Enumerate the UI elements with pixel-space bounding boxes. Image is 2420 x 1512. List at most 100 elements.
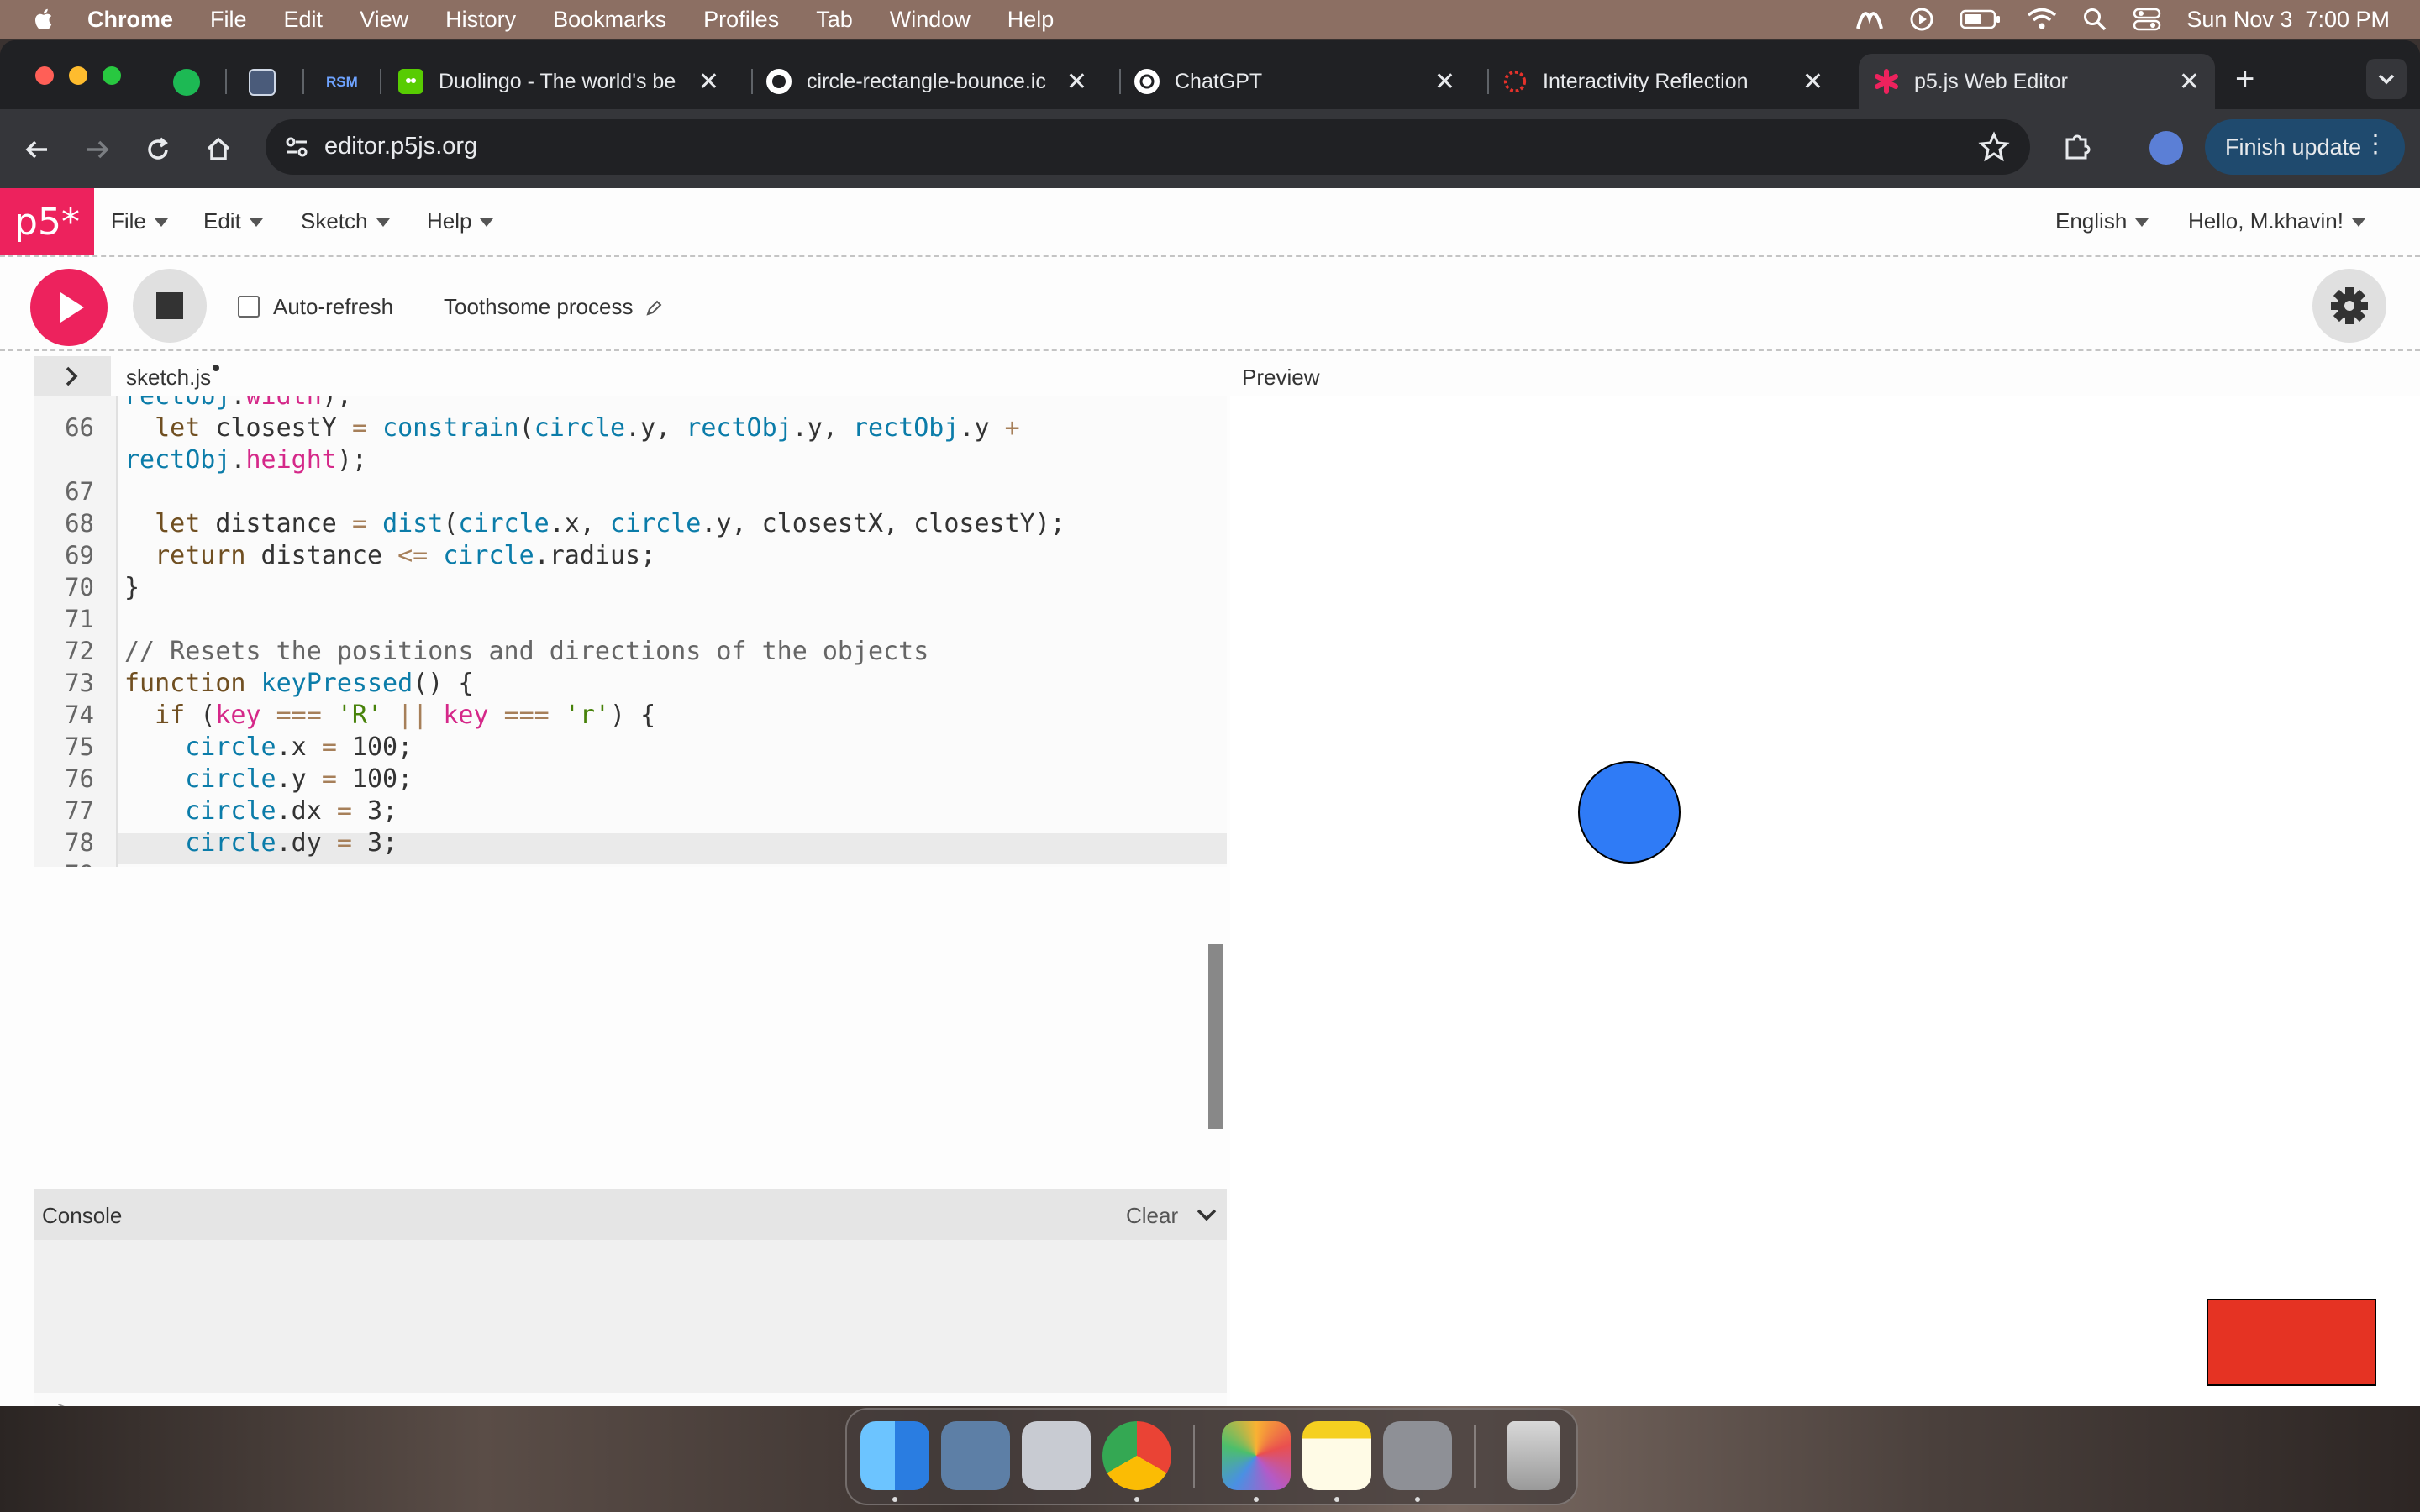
tab-search-button[interactable] (2366, 59, 2407, 99)
site-info-icon[interactable] (282, 133, 311, 161)
window-close-button[interactable] (35, 66, 54, 85)
reload-icon[interactable] (141, 133, 175, 166)
tab-separator (1119, 69, 1121, 94)
close-icon[interactable]: ✕ (2179, 67, 2200, 97)
menu-view[interactable]: View (360, 7, 408, 33)
apple-icon[interactable] (32, 7, 57, 32)
code-line[interactable]: let closestY = constrain(circle.y, rectO… (124, 413, 1020, 443)
pencil-icon[interactable] (644, 299, 663, 318)
spotify-icon[interactable] (173, 69, 200, 96)
settings-button[interactable] (2312, 269, 2386, 343)
play-button[interactable] (30, 269, 108, 346)
language-menu[interactable]: English (2055, 208, 2149, 234)
url-text[interactable]: editor.p5js.org (324, 133, 477, 160)
code-line[interactable]: circle.x = 100; (124, 732, 413, 762)
code-line[interactable]: return distance <= circle.radius; (124, 541, 655, 570)
p5-menu-help[interactable]: Help (427, 208, 494, 234)
menu-app-name[interactable]: Chrome (87, 7, 173, 33)
p5-menu-edit[interactable]: Edit (203, 208, 263, 234)
menu-tab[interactable]: Tab (816, 7, 853, 33)
bookmark-star-icon[interactable] (1978, 131, 2010, 163)
back-icon[interactable] (20, 133, 54, 166)
address-bar[interactable]: editor.p5js.org (266, 119, 2030, 175)
close-icon[interactable]: ✕ (698, 67, 719, 97)
auto-refresh-checkbox[interactable] (238, 296, 260, 318)
code-line[interactable]: circle.dy = 3; (124, 828, 397, 858)
window-zoom-button[interactable] (103, 66, 121, 85)
console-clear-button[interactable]: Clear (1126, 1203, 1178, 1229)
finish-update-button[interactable]: Finish update ⋮ (2205, 119, 2405, 175)
code-line[interactable]: circle.dx = 3; (124, 796, 397, 826)
arc-icon[interactable] (941, 1421, 1010, 1490)
line-number: 67 (65, 477, 94, 506)
macos-dock (845, 1408, 1578, 1505)
spotlight-search-icon[interactable] (2082, 7, 2107, 32)
sidebar-toggle-button[interactable] (34, 356, 111, 396)
menu-history[interactable]: History (445, 7, 516, 33)
close-icon[interactable]: ✕ (1434, 67, 1455, 97)
window-minimize-button[interactable] (69, 66, 87, 85)
tab-p5js-web-editor[interactable]: p5.js Web Editor ✕ (1859, 54, 2215, 109)
close-icon[interactable]: ✕ (1066, 67, 1087, 97)
extensions-icon[interactable] (2060, 131, 2094, 165)
p5-asterisk-icon (1874, 69, 1899, 94)
new-tab-button[interactable]: + (2235, 60, 2254, 98)
chrome-icon[interactable] (1102, 1421, 1171, 1490)
tab-chatgpt[interactable]: ChatGPT ✕ (1134, 54, 1470, 109)
tab-duolingo[interactable]: Duolingo - The world's be ✕ (398, 54, 734, 109)
notes-icon[interactable] (1302, 1421, 1371, 1490)
tab-title: Interactivity Reflection (1543, 69, 1749, 93)
file-tab-sketch-js[interactable]: sketch.js (126, 365, 220, 391)
user-greeting: Hello, M.khavin! (2188, 208, 2344, 234)
trash-icon[interactable] (1507, 1421, 1560, 1490)
tab-github[interactable]: circle-rectangle-bounce.ic ✕ (766, 54, 1102, 109)
p5-menu-sketch[interactable]: Sketch (301, 208, 390, 234)
stop-button[interactable] (133, 269, 207, 343)
battery-icon[interactable] (1960, 8, 2002, 30)
menu-file[interactable]: File (210, 7, 247, 33)
menu-window[interactable]: Window (890, 7, 971, 33)
launchpad-icon[interactable] (1022, 1421, 1091, 1490)
preview-canvas[interactable] (1230, 396, 2420, 1406)
auto-refresh-label[interactable]: Auto-refresh (273, 294, 393, 320)
code-line[interactable]: if (key === 'R' || key === 'r') { (124, 701, 655, 730)
menu-label: Edit (203, 208, 241, 234)
system-settings-icon[interactable] (1383, 1421, 1452, 1490)
p5-menu-file[interactable]: File (111, 208, 168, 234)
tab-separator (1487, 69, 1489, 94)
code-line[interactable]: rectObj.height); (124, 445, 367, 475)
tab-icon[interactable] (249, 69, 276, 96)
tab-interactivity-reflection[interactable]: Interactivity Reflection ✕ (1502, 54, 1839, 109)
console-header: Console Clear (34, 1189, 1227, 1240)
code-line[interactable]: circle.y = 100; (124, 764, 413, 794)
menubar-clock[interactable]: Sun Nov 3 7:00 PM (2186, 7, 2390, 33)
photos-icon[interactable] (1222, 1421, 1291, 1490)
close-icon[interactable]: ✕ (1802, 67, 1823, 97)
forward-icon[interactable] (81, 133, 114, 166)
editor-scrollbar[interactable] (1208, 944, 1223, 1129)
code-line[interactable]: let distance = dist(circle.x, circle.y, … (124, 509, 1065, 538)
sketch-name[interactable]: Toothsome process (444, 294, 663, 320)
media-play-icon[interactable] (1909, 7, 1934, 32)
code-line[interactable]: rectObj.width); (124, 396, 352, 411)
user-menu[interactable]: Hello, M.khavin! (2188, 208, 2365, 234)
code-line[interactable]: } (124, 573, 139, 602)
control-center-icon[interactable] (2133, 8, 2161, 31)
p5-logo[interactable]: p5* (0, 188, 94, 255)
home-icon[interactable] (202, 133, 235, 166)
rsm-icon[interactable]: RSM (326, 69, 360, 96)
menu-help[interactable]: Help (1007, 7, 1055, 33)
caret-down-icon (249, 218, 263, 228)
chevron-down-icon[interactable] (1193, 1201, 1220, 1228)
code-editor[interactable]: 6667686970717273747576777879808182838485… (34, 396, 1227, 867)
profile-avatar[interactable] (2149, 131, 2183, 165)
wifi-icon[interactable] (2027, 8, 2057, 31)
menu-edit[interactable]: Edit (284, 7, 324, 33)
menu-profiles[interactable]: Profiles (703, 7, 779, 33)
creative-cloud-icon[interactable] (1855, 7, 1884, 32)
finder-icon[interactable] (860, 1421, 929, 1490)
code-line[interactable]: function keyPressed() { (124, 669, 473, 698)
console-input[interactable]: > (34, 1393, 1227, 1406)
code-line[interactable]: // Resets the positions and directions o… (124, 637, 929, 666)
menu-bookmarks[interactable]: Bookmarks (553, 7, 666, 33)
